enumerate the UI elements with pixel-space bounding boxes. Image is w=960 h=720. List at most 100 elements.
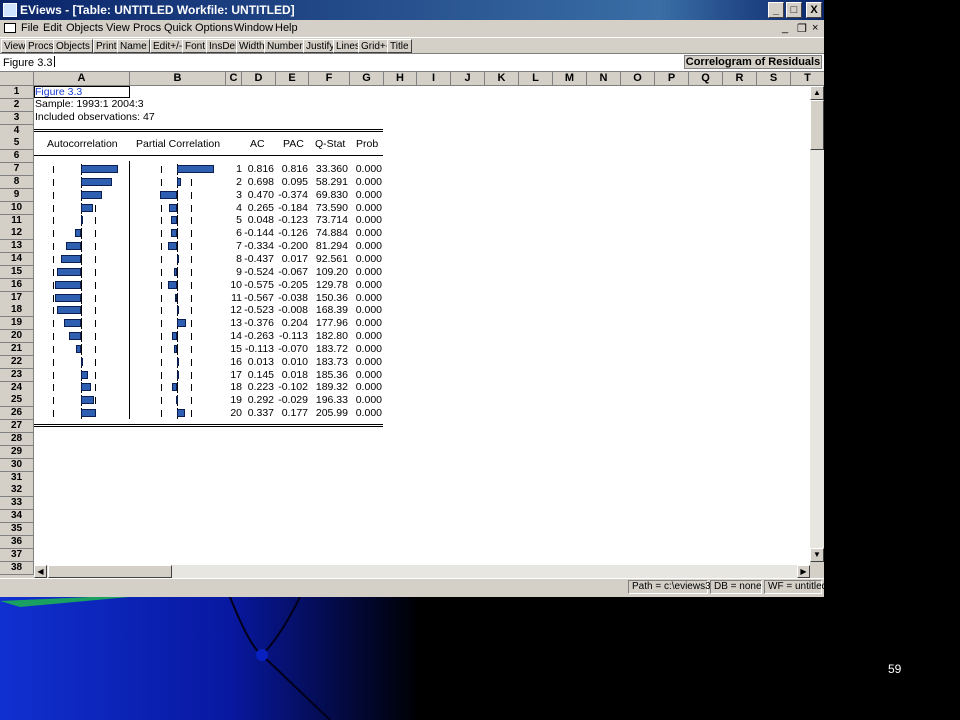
pac-conf-bound-right	[191, 230, 192, 238]
row-header-28[interactable]: 28	[0, 432, 34, 446]
spreadsheet-grid[interactable]: Figure 3.3 Sample: 1993:1 2004:3 Include…	[34, 86, 810, 576]
row-header-18[interactable]: 18	[0, 304, 34, 318]
column-header-o[interactable]: O	[621, 72, 655, 86]
toolbar-edit-button[interactable]: Edit+/-	[150, 39, 186, 53]
row-header-5[interactable]: 5	[0, 137, 34, 151]
column-header-q[interactable]: Q	[689, 72, 723, 86]
row-header-38[interactable]: 38	[0, 561, 34, 575]
maximize-button[interactable]: □	[786, 2, 802, 18]
column-header-e[interactable]: E	[276, 72, 309, 86]
column-header-n[interactable]: N	[587, 72, 621, 86]
column-header-j[interactable]: J	[451, 72, 485, 86]
row-header-2[interactable]: 2	[0, 98, 34, 112]
row-header-16[interactable]: 16	[0, 278, 34, 292]
menu-file[interactable]: File	[21, 22, 39, 34]
row-header-4[interactable]: 4	[0, 124, 34, 138]
row-header-23[interactable]: 23	[0, 368, 34, 382]
pac-bar	[177, 409, 185, 418]
scroll-up-button[interactable]: ▲	[810, 86, 824, 100]
column-header-i[interactable]: I	[417, 72, 451, 86]
row-header-25[interactable]: 25	[0, 394, 34, 408]
row-header-26[interactable]: 26	[0, 407, 34, 421]
title-bar[interactable]: EViews - [Table: UNTITLED Workfile: UNTI…	[0, 0, 824, 20]
menu-edit[interactable]: Edit	[43, 22, 62, 34]
toolbar-print-button[interactable]: Print	[93, 39, 120, 53]
vertical-scroll-thumb[interactable]	[810, 100, 824, 150]
toolbar-objects-button[interactable]: Objects	[53, 39, 93, 53]
toolbar-title-button[interactable]: Title	[387, 39, 412, 53]
column-header-f[interactable]: F	[309, 72, 350, 86]
vertical-scrollbar[interactable]: ▲ ▼	[810, 86, 824, 562]
close-button[interactable]: X	[806, 2, 822, 18]
row-header-30[interactable]: 30	[0, 458, 34, 472]
row-header-36[interactable]: 36	[0, 535, 34, 549]
row-header-27[interactable]: 27	[0, 420, 34, 434]
row-header-21[interactable]: 21	[0, 343, 34, 356]
row-header-32[interactable]: 32	[0, 484, 34, 498]
row-header-31[interactable]: 31	[0, 471, 34, 485]
horizontal-scrollbar[interactable]: ◀ ▶	[34, 565, 810, 578]
document-icon[interactable]	[4, 23, 16, 33]
row-header-9[interactable]: 9	[0, 188, 34, 202]
corner-select-all[interactable]	[0, 72, 34, 86]
toolbar-width-button[interactable]: Width	[236, 39, 268, 53]
column-header-m[interactable]: M	[553, 72, 587, 86]
column-header-t[interactable]: T	[791, 72, 824, 86]
scroll-right-button[interactable]: ▶	[797, 565, 810, 578]
row-header-10[interactable]: 10	[0, 201, 34, 215]
doc-minimize-button[interactable]: _	[782, 22, 788, 34]
row-header-22[interactable]: 22	[0, 355, 34, 369]
row-header-14[interactable]: 14	[0, 253, 34, 266]
row-header-1[interactable]: 1	[0, 86, 34, 99]
row-header-15[interactable]: 15	[0, 265, 34, 279]
toolbar-procs-button[interactable]: Procs	[25, 39, 57, 53]
row-header-7[interactable]: 7	[0, 163, 34, 177]
menu-objects[interactable]: Objects	[66, 22, 103, 34]
ac-header: AC	[250, 138, 265, 150]
column-header-l[interactable]: L	[519, 72, 553, 86]
column-header-a[interactable]: A	[34, 72, 130, 86]
column-header-p[interactable]: P	[655, 72, 689, 86]
column-header-r[interactable]: R	[723, 72, 757, 86]
column-header-s[interactable]: S	[757, 72, 791, 86]
row-header-8[interactable]: 8	[0, 175, 34, 189]
row-header-35[interactable]: 35	[0, 522, 34, 536]
column-header-c[interactable]: C	[226, 72, 242, 86]
menu-quick[interactable]: Quick	[164, 22, 192, 34]
row-header-6[interactable]: 6	[0, 150, 34, 164]
row-header-37[interactable]: 37	[0, 548, 34, 562]
menu-help[interactable]: Help	[275, 22, 298, 34]
column-header-b[interactable]: B	[130, 72, 226, 86]
column-header-g[interactable]: G	[350, 72, 384, 86]
row-header-34[interactable]: 34	[0, 510, 34, 524]
horizontal-scroll-thumb[interactable]	[48, 565, 172, 578]
row-header-24[interactable]: 24	[0, 381, 34, 395]
menu-window[interactable]: Window	[234, 22, 273, 34]
row-header-17[interactable]: 17	[0, 291, 34, 305]
row-header-3[interactable]: 3	[0, 111, 34, 125]
row-header-13[interactable]: 13	[0, 240, 34, 254]
column-header-h[interactable]: H	[384, 72, 417, 86]
scroll-left-button[interactable]: ◀	[34, 565, 47, 578]
minimize-button[interactable]: _	[768, 2, 784, 18]
row-header-33[interactable]: 33	[0, 497, 34, 511]
menu-view[interactable]: View	[106, 22, 130, 34]
doc-close-button[interactable]: ×	[812, 22, 818, 34]
ac-zero-axis	[81, 228, 82, 240]
row-header-19[interactable]: 19	[0, 317, 34, 331]
column-header-d[interactable]: D	[242, 72, 276, 86]
doc-restore-button[interactable]: ❐	[797, 22, 807, 35]
cell-edit-field[interactable]: Figure 3.3	[3, 56, 55, 69]
row-header-29[interactable]: 29	[0, 445, 34, 459]
toolbar-name-button[interactable]: Name	[117, 39, 150, 53]
row-header-11[interactable]: 11	[0, 214, 34, 228]
ac-value: 0.223	[247, 381, 274, 394]
row-header-12[interactable]: 12	[0, 227, 34, 241]
menu-procs[interactable]: Procs	[133, 22, 161, 34]
included-observations-label: Included observations: 47	[35, 111, 155, 123]
row-header-20[interactable]: 20	[0, 330, 34, 344]
menu-options[interactable]: Options	[195, 22, 233, 34]
column-header-k[interactable]: K	[485, 72, 519, 86]
toolbar-font-button[interactable]: Font	[182, 39, 209, 53]
scroll-down-button[interactable]: ▼	[810, 548, 824, 562]
